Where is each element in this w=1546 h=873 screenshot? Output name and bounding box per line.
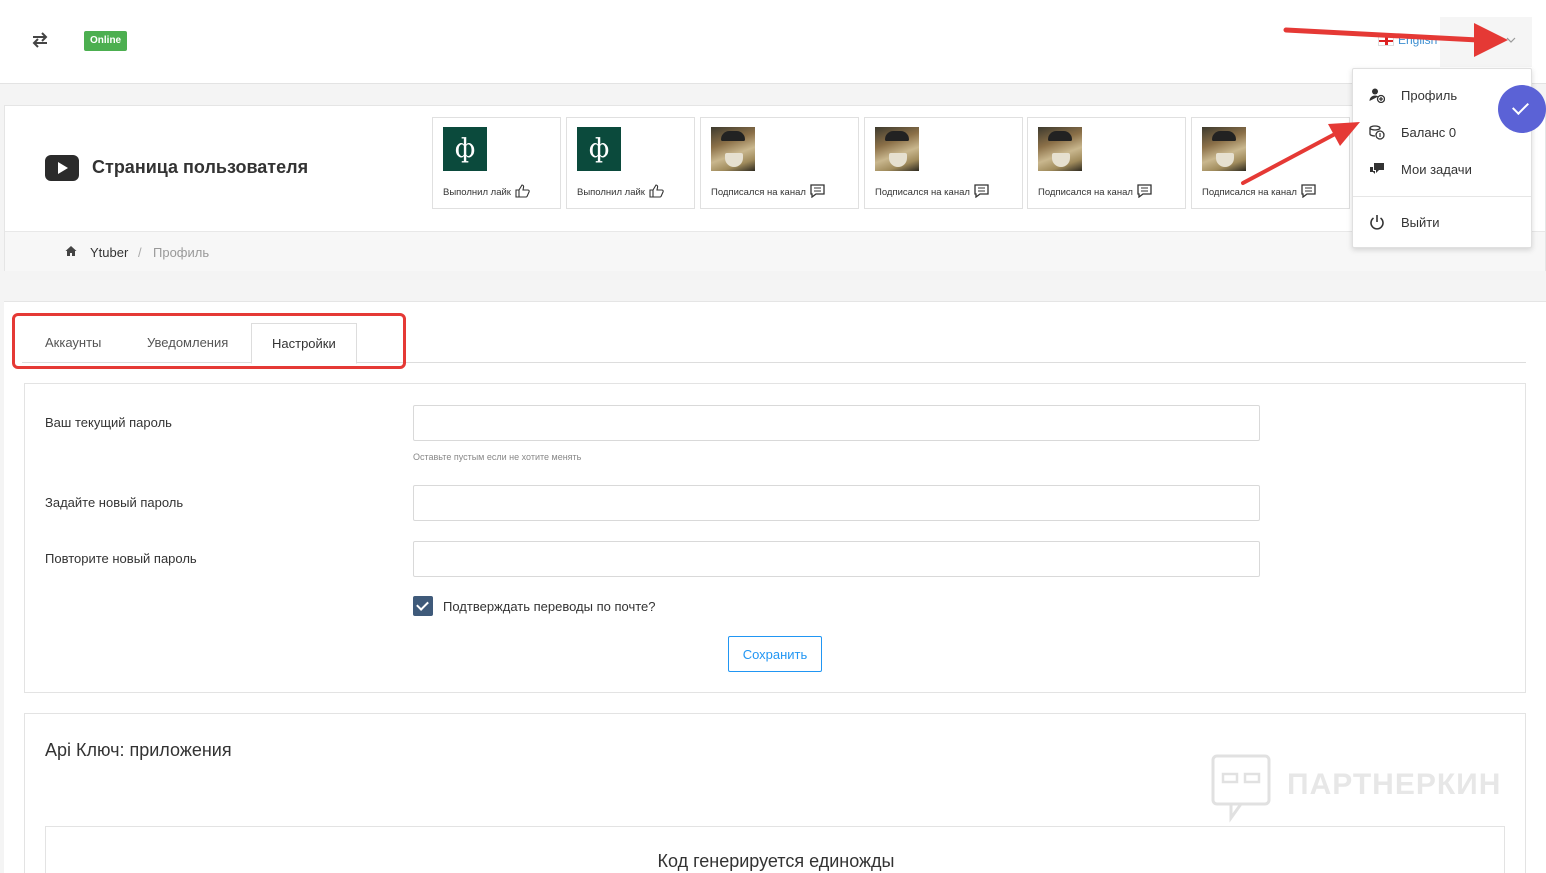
swap-icon[interactable] [30, 30, 50, 50]
comment-icon [974, 184, 989, 198]
menu-item-label: Мои задачи [1401, 162, 1472, 177]
menu-item-label: Баланс 0 [1401, 125, 1457, 140]
confirm-transfers-checkbox[interactable] [413, 596, 433, 616]
repeat-password-label: Повторите новый пароль [45, 551, 197, 566]
breadcrumb-home[interactable]: Ytuber [90, 245, 128, 260]
api-key-card: Api Ключ: приложения ПАРТНЕРКИН Код гене… [24, 713, 1526, 873]
confirm-transfers-label[interactable]: Подтверждать переводы по почте? [443, 599, 656, 614]
thumbs-up-icon [515, 184, 530, 198]
new-password-input[interactable] [413, 485, 1260, 521]
menu-item-tasks[interactable]: Мои задачи [1353, 151, 1531, 187]
comment-icon [1137, 184, 1152, 198]
api-key-note: Код генерируется единожды [657, 851, 895, 871]
activity-card[interactable]: ф Выполнил лайк [566, 117, 695, 209]
coins-icon [1369, 125, 1385, 140]
activity-card[interactable]: Подписался на канал [1027, 117, 1186, 209]
thumbs-up-icon [649, 184, 664, 198]
activity-label: Подписался на канал [1038, 184, 1152, 198]
activity-label: Выполнил лайк [443, 184, 530, 198]
activity-avatar [1202, 127, 1246, 171]
current-password-input[interactable] [413, 405, 1260, 441]
menu-item-label: Выйти [1401, 215, 1440, 230]
new-password-label: Задайте новый пароль [45, 495, 184, 510]
page-title: Страница пользователя [92, 157, 309, 177]
top-navbar: Online English [0, 0, 1546, 84]
status-badge: Online [84, 31, 128, 51]
comment-icon [1301, 184, 1316, 198]
menu-divider [1353, 196, 1531, 197]
home-icon[interactable] [65, 245, 77, 257]
activity-label: Подписался на канал [1202, 184, 1316, 198]
menu-item-label: Профиль [1401, 88, 1458, 103]
current-password-hint: Оставьте пустым если не хотите менять [413, 452, 582, 462]
language-label[interactable]: English [1378, 33, 1437, 47]
watermark-logo: ПАРТНЕРКИН [1211, 754, 1521, 824]
activity-card[interactable]: ф Выполнил лайк [432, 117, 561, 209]
comment-icon [810, 184, 825, 198]
watermark-icon [1211, 754, 1271, 823]
api-key-panel: Код генерируется единожды [45, 826, 1505, 873]
activity-avatar [711, 127, 755, 171]
api-key-title: Api Ключ: приложения [45, 740, 232, 760]
breadcrumb-separator: / [138, 245, 142, 260]
activity-card[interactable]: Подписался на канал [1191, 117, 1350, 209]
watermark-text: ПАРТНЕРКИН [1287, 768, 1502, 801]
repeat-password-input[interactable] [413, 541, 1260, 577]
chat-icon [1370, 163, 1384, 174]
chevron-down-icon[interactable] [1505, 34, 1517, 46]
add-user-icon [1369, 88, 1385, 103]
activity-label: Подписался на канал [711, 184, 825, 198]
activity-avatar [875, 127, 919, 171]
current-password-label: Ваш текущий пароль [45, 415, 172, 430]
breadcrumb-current: Профиль [153, 245, 210, 260]
activity-label: Подписался на канал [875, 184, 989, 198]
activity-avatar: ф [577, 127, 621, 171]
floating-check-button[interactable] [1498, 85, 1546, 133]
activity-card[interactable]: Подписался на канал [864, 117, 1023, 209]
flag-icon [1378, 35, 1394, 46]
page-header: Страница пользователя ф Выполнил лайк ф … [4, 105, 1546, 271]
breadcrumb: Ytuber / Профиль [5, 231, 1545, 271]
youtube-icon [45, 155, 79, 181]
activity-avatar [1038, 127, 1082, 171]
activity-card[interactable]: Подписался на канал [700, 117, 859, 209]
annotation-highlight-box [12, 313, 406, 369]
activity-label: Выполнил лайк [577, 184, 664, 198]
activity-avatar: ф [443, 127, 487, 171]
save-button[interactable]: Сохранить [728, 636, 822, 672]
language-selector[interactable] [1440, 17, 1532, 67]
menu-item-logout[interactable]: Выйти [1353, 204, 1531, 240]
settings-form: Ваш текущий пароль Оставьте пустым если … [24, 383, 1526, 693]
main-content: Аккаунты Уведомления Настройки Ваш текущ… [4, 301, 1546, 873]
power-icon [1370, 215, 1384, 230]
language-name: English [1398, 33, 1438, 47]
